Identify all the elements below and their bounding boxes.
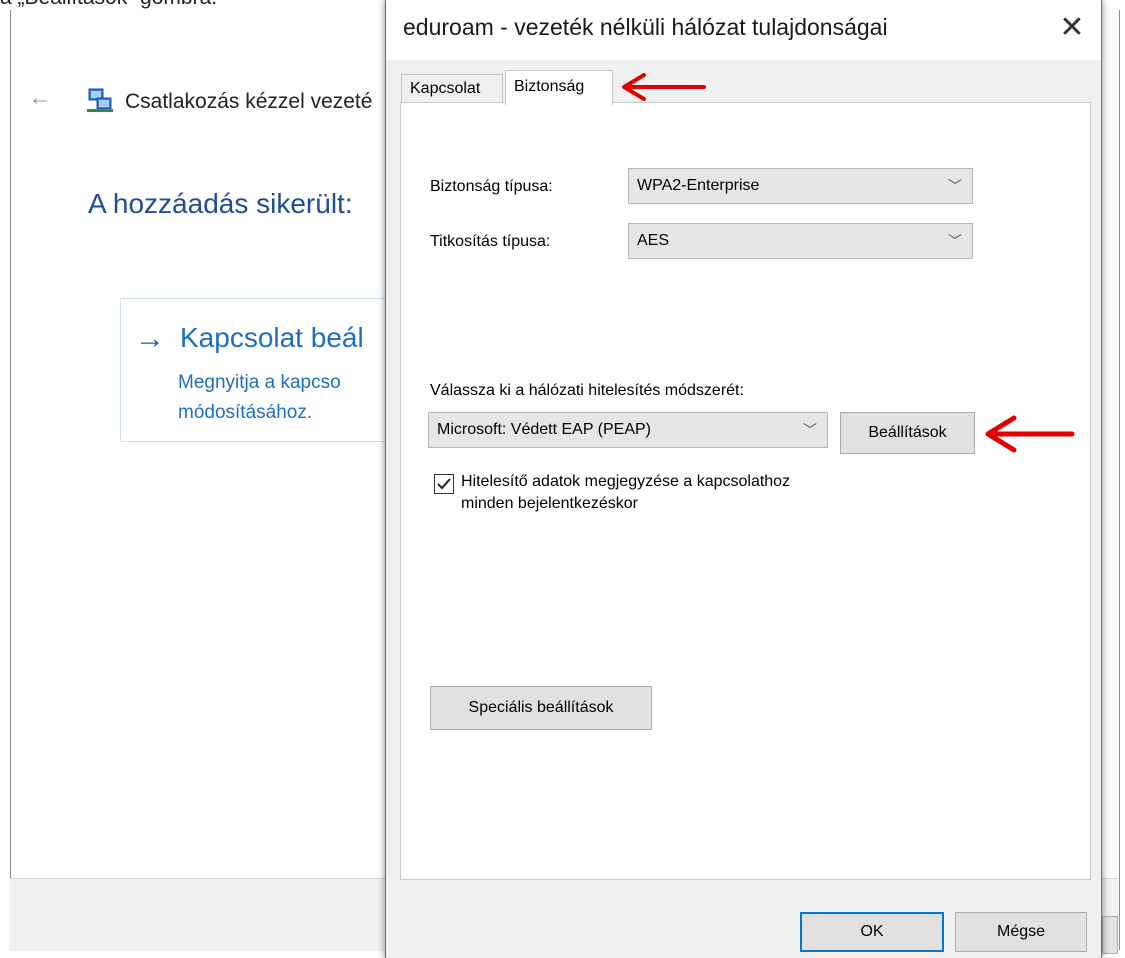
annotation-arrow-tab: [622, 73, 706, 101]
option-description-line2: módosításához.: [178, 402, 313, 423]
dialog-title: eduroam - vezeték nélküli hálózat tulajd…: [403, 14, 888, 40]
option-description-line1: Megnyitja a kapcso: [178, 372, 341, 393]
option-title: Kapcsolat beál: [180, 322, 364, 353]
dialog-titlebar: eduroam - vezeték nélküli hálózat tulajd…: [386, 0, 1101, 60]
ok-button[interactable]: OK: [800, 912, 944, 952]
annotation-arrow-settings: [985, 415, 1075, 453]
chevron-down-icon: ﹀: [948, 233, 962, 249]
checkmark-icon: [437, 478, 451, 490]
encryption-type-value: AES: [637, 232, 670, 249]
close-icon[interactable]: ✕: [1052, 8, 1092, 48]
auth-method-label: Válassza ki a hálózati hitelesítés módsz…: [430, 382, 744, 399]
advanced-settings-button[interactable]: Speciális beállítások: [430, 686, 652, 730]
auth-method-select[interactable]: Microsoft: Védett EAP (PEAP) ﹀: [428, 412, 828, 448]
remember-credentials-label: Hitelesítő adatok megjegyzése a kapcsola…: [461, 471, 790, 515]
encryption-type-select[interactable]: AES ﹀: [628, 223, 973, 259]
option-arrow-icon: →: [135, 322, 165, 355]
chevron-down-icon: ﹀: [948, 178, 962, 194]
security-type-value: WPA2-Enterprise: [637, 177, 760, 194]
wizard-footer-button[interactable]: [1102, 916, 1118, 954]
security-type-select[interactable]: WPA2-Enterprise ﹀: [628, 168, 973, 204]
cancel-button[interactable]: Mégse: [955, 912, 1087, 952]
tab-security[interactable]: Biztonság: [505, 70, 613, 105]
tab-connection[interactable]: Kapcsolat: [401, 74, 503, 103]
security-type-label: Biztonság típusa:: [430, 178, 553, 195]
eap-settings-button[interactable]: Beállítások: [840, 412, 975, 454]
network-icon: [87, 88, 113, 112]
back-arrow-icon[interactable]: ←: [28, 84, 52, 112]
remember-credentials-checkbox[interactable]: [434, 474, 454, 494]
encryption-type-label: Titkosítás típusa:: [430, 233, 551, 250]
remember-credentials-line1: Hitelesítő adatok megjegyzése a kapcsola…: [461, 473, 791, 490]
wizard-heading: A hozzáadás sikerült:: [88, 188, 353, 219]
remember-credentials-line2: minden bejelentkezéskor: [461, 495, 638, 512]
document-caption: a „Beállítások” gombra.: [0, 0, 217, 10]
auth-method-value: Microsoft: Védett EAP (PEAP): [437, 421, 652, 438]
wizard-title: Csatlakozás kézzel vezeté: [125, 90, 373, 113]
chevron-down-icon: ﹀: [803, 422, 817, 438]
